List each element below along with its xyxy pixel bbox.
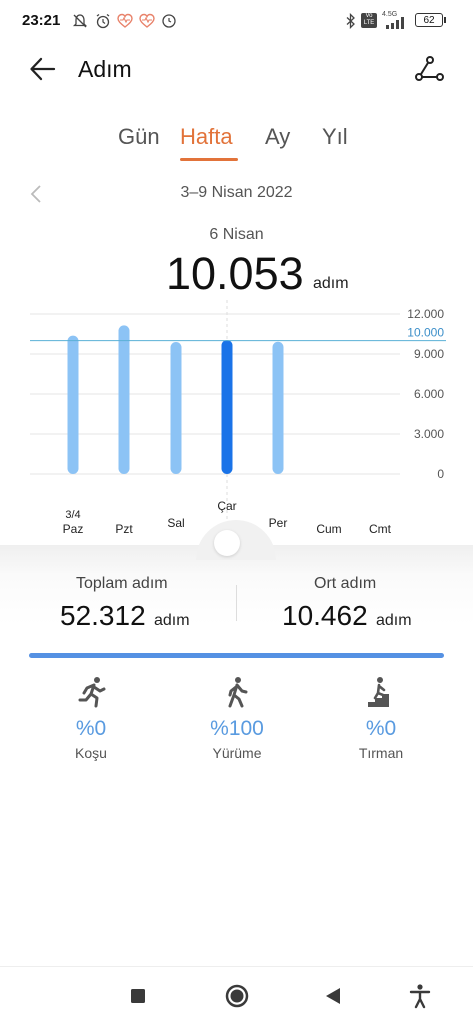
x-date-label: 3/4 [65,509,80,521]
heart-rate-icon [139,13,155,28]
climbing-label: Tırman [358,745,404,761]
status-time: 23:21 [22,12,61,29]
x-tick-label: Cum [316,522,341,536]
tab-day[interactable]: Gün [118,124,160,150]
tab-week[interactable]: Hafta [180,124,233,150]
bar-Çar[interactable] [221,339,233,474]
y-tick-label: 3.000 [414,427,444,441]
page-title: Adım [78,56,132,82]
bluetooth-icon [346,13,355,29]
climbing-percent: %0 [365,717,397,740]
bar-Pzt[interactable] [118,325,130,474]
bell-muted-icon [72,14,88,28]
running-percent: %0 [75,717,107,740]
bar-Paz[interactable] [67,335,79,474]
status-bar: 23:21 Vo LTE 4.5G 62 [0,0,473,42]
selected-steps-unit: adım [313,275,349,292]
tab-year[interactable]: Yıl [322,124,348,150]
selected-steps-value: 10.053 [166,248,304,299]
bar-Per[interactable] [272,341,284,474]
total-steps-value: 52.312 [60,600,146,631]
walking-percent: %100 [210,717,264,740]
tab-month[interactable]: Ay [265,124,290,150]
alarm-icon [96,13,110,29]
running-label: Koşu [75,745,107,761]
goal-label: 10.000 [407,326,444,340]
recents-square-icon[interactable] [124,982,152,1010]
nav-bar-divider [0,966,473,967]
y-tick-label: 12.000 [407,307,444,321]
running-icon [78,677,106,708]
x-tick-label: Çar [217,499,236,513]
stats-divider [236,585,237,621]
x-tick-label: Sal [167,516,184,530]
avg-steps-unit: adım [376,612,412,629]
chart-drag-handle[interactable] [214,530,240,556]
avg-steps-value: 10.462 [282,600,368,631]
watch-icon [162,14,176,28]
accessibility-icon[interactable] [406,982,434,1010]
total-steps-unit: adım [154,612,190,629]
y-tick-label: 9.000 [414,347,444,361]
bar-Sal[interactable] [170,342,182,474]
x-tick-label: Paz [63,522,84,536]
battery-indicator: 62 [415,13,446,27]
walking-icon [228,677,248,708]
heart-rate-icon [117,13,133,28]
date-range: 3–9 Nisan 2022 [180,184,293,201]
share-nodes-icon[interactable] [414,55,444,85]
tab-active-indicator [180,158,238,161]
home-circle-icon[interactable] [223,982,251,1010]
total-steps-label: Toplam adım [76,575,168,592]
avg-steps-label: Ort adım [314,575,377,592]
y-tick-label: 0 [437,467,444,481]
y-tick-label: 6.000 [414,387,444,401]
volte-badge: Vo LTE [361,13,377,28]
back-triangle-icon[interactable] [318,982,346,1010]
weekly-steps-chart[interactable]: 0 3.000 6.000 9.000 12.000 10.000 Paz Pzt Sal Çar… [0,300,473,550]
activity-progress-bar [29,653,444,658]
back-arrow-icon[interactable] [28,54,58,84]
walking-label: Yürüme [212,745,262,761]
x-tick-label: Per [269,516,288,530]
signal-icon [386,17,404,29]
selected-date: 6 Nisan [209,226,264,243]
x-tick-label: Pzt [115,522,133,536]
x-tick-label: Cmt [369,522,392,536]
climbing-stairs-icon [368,677,389,707]
